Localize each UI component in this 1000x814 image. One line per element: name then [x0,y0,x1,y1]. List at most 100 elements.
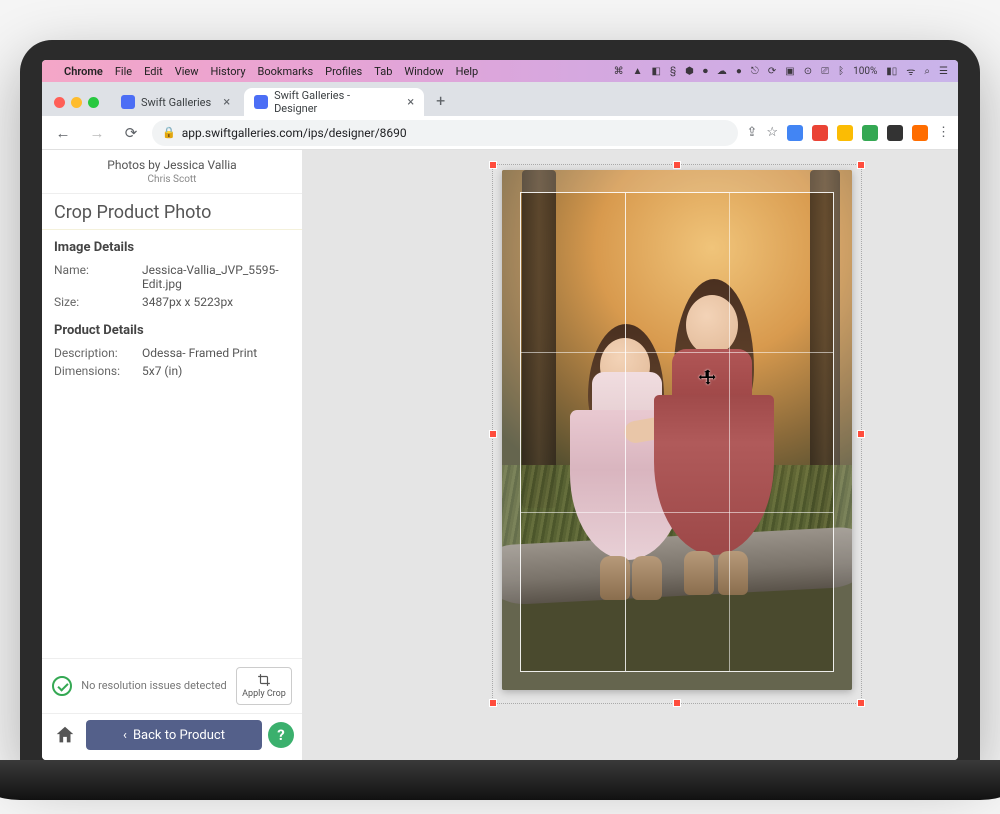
help-button[interactable]: ? [268,722,294,748]
chrome-toolbar: ← → ⟳ 🔒 app.swiftgalleries.com/ips/desig… [42,116,958,150]
product-desc-value: Odessa- Framed Print [142,346,290,360]
apply-crop-label: Apply Crop [242,689,286,699]
window-minimize-button[interactable] [71,97,82,108]
bluetooth-icon[interactable]: ᛒ [838,66,844,77]
status-icon[interactable]: ☁ [717,66,727,77]
status-icon[interactable]: ▣ [785,66,794,77]
nav-back-button[interactable]: ← [50,120,76,146]
bookmark-icon[interactable]: ☆ [766,125,778,140]
status-icon[interactable]: ◧ [652,66,661,77]
menu-profiles[interactable]: Profiles [325,65,362,78]
url-text: app.swiftgalleries.com/ips/designer/8690 [182,126,407,140]
browser-tab-active[interactable]: Swift Galleries - Designer × [244,88,424,116]
menu-history[interactable]: History [211,65,246,78]
product-desc-label: Description: [54,346,136,360]
nav-reload-button[interactable]: ⟳ [118,120,144,146]
address-bar[interactable]: 🔒 app.swiftgalleries.com/ips/designer/86… [152,120,738,146]
menubar-status-icons: ⌘ ▲ ◧ § ⬢ ⏺ ☁ ● ⎋ ⟳ ▣ ⊙ ⎚ ᛒ 100% ▮▯ ᯤ ⌕ … [614,64,948,78]
product-dim-value: 5x7 (in) [142,364,290,378]
extension-icon[interactable] [812,125,828,141]
window-zoom-button[interactable] [88,97,99,108]
tab-close-icon[interactable]: × [407,95,414,110]
home-button[interactable] [50,720,80,750]
extensions-menu-icon[interactable]: ⋮ [937,125,950,140]
battery-icon[interactable]: ▮▯ [886,66,897,77]
share-icon[interactable]: ⇪ [746,125,757,140]
extension-icon[interactable] [787,125,803,141]
image-name-value: Jessica-Vallia_JVP_5595-Edit.jpg [142,263,290,291]
browser-tab-inactive[interactable]: Swift Galleries × [111,88,240,116]
battery-percent: 100% [853,66,877,77]
status-icon[interactable]: ● [736,66,742,77]
status-icon[interactable]: ⌘ [614,66,624,77]
favicon-icon [254,95,268,109]
crop-handle-tr[interactable] [857,161,865,169]
crop-handle-mr[interactable] [857,430,865,438]
resolution-status-row: No resolution issues detected Apply Crop [42,658,302,713]
status-icon[interactable]: ▲ [633,66,643,77]
menu-edit[interactable]: Edit [144,65,163,78]
control-center-icon[interactable]: ☰ [939,66,948,77]
product-photo[interactable] [502,170,852,690]
extension-icon[interactable] [837,125,853,141]
menu-help[interactable]: Help [456,65,479,78]
chrome-tab-strip: Swift Galleries × Swift Galleries - Desi… [42,82,958,116]
crop-canvas[interactable] [302,150,958,760]
status-icon[interactable]: ⏺ [703,66,708,77]
extension-icon[interactable] [887,125,903,141]
tab-close-icon[interactable]: × [223,95,230,110]
menu-window[interactable]: Window [404,65,443,78]
wifi-icon[interactable]: ᯤ [906,64,915,78]
client-name: Chris Scott [48,174,296,185]
sidebar-footer: ‹ Back to Product ? [42,713,302,760]
app-content: Photos by Jessica Vallia Chris Scott Cro… [42,150,958,760]
status-icon[interactable]: ⬢ [685,66,694,77]
status-icon[interactable]: ⟳ [768,66,776,77]
lock-icon: 🔒 [162,126,176,139]
chevron-left-icon: ‹ [123,728,127,743]
tab-title: Swift Galleries [141,96,211,109]
nav-forward-button[interactable]: → [84,120,110,146]
apply-crop-button[interactable]: Apply Crop [236,667,292,705]
check-circle-icon [52,676,72,696]
window-close-button[interactable] [54,97,65,108]
back-button-label: Back to Product [133,728,225,743]
crop-icon [257,673,271,687]
crop-handle-bl[interactable] [489,699,497,707]
product-details-heading: Product Details [42,313,302,342]
product-details: Description: Odessa- Framed Print Dimens… [42,342,302,382]
status-icon[interactable]: ⊙ [804,66,812,77]
sidebar-panel: Photos by Jessica Vallia Chris Scott Cro… [42,150,302,760]
window-controls [50,97,107,116]
crop-handle-ml[interactable] [489,430,497,438]
extension-icon[interactable] [862,125,878,141]
crop-handle-bm[interactable] [673,699,681,707]
crop-handle-br[interactable] [857,699,865,707]
crop-handle-tm[interactable] [673,161,681,169]
panel-title: Crop Product Photo [42,194,302,230]
photo-wrapper [502,170,852,690]
search-icon[interactable]: ⌕ [924,66,930,77]
new-tab-button[interactable]: + [428,91,453,116]
status-icon[interactable]: ⎚ [821,66,829,77]
product-dim-label: Dimensions: [54,364,136,378]
menu-bookmarks[interactable]: Bookmarks [258,65,314,78]
photographer-name: Photos by Jessica Vallia [48,158,296,172]
image-size-value: 3487px x 5223px [142,295,290,309]
image-size-label: Size: [54,295,136,309]
toolbar-icons: ⇪ ☆ ⋮ [746,125,950,141]
menu-tab[interactable]: Tab [374,65,392,78]
back-to-product-button[interactable]: ‹ Back to Product [86,720,262,750]
macos-menubar: Chrome File Edit View History Bookmarks … [42,60,958,82]
menu-view[interactable]: View [175,65,199,78]
menu-file[interactable]: File [115,65,132,78]
menubar-app[interactable]: Chrome [64,65,103,78]
status-icon[interactable]: § [670,66,676,77]
extension-icon[interactable] [912,125,928,141]
image-details-heading: Image Details [42,230,302,259]
image-details: Name: Jessica-Vallia_JVP_5595-Edit.jpg S… [42,259,302,313]
sidebar-header: Photos by Jessica Vallia Chris Scott [42,150,302,194]
crop-handle-tl[interactable] [489,161,497,169]
tab-title: Swift Galleries - Designer [274,89,395,115]
status-icon[interactable]: ⎋ [751,66,759,77]
